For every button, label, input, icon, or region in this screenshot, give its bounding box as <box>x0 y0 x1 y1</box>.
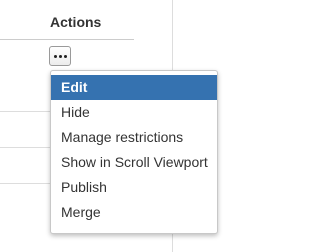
menu-item-edit[interactable]: Edit <box>51 75 217 100</box>
menu-item-manage-restrictions[interactable]: Manage restrictions <box>51 125 217 150</box>
menu-item-hide[interactable]: Hide <box>51 100 217 125</box>
more-dots-icon <box>63 54 67 58</box>
actions-header-label: Actions <box>50 14 102 30</box>
more-dots-icon <box>53 54 57 58</box>
actions-dropdown-menu: Edit Hide Manage restrictions Show in Sc… <box>50 70 218 234</box>
menu-item-merge[interactable]: Merge <box>51 200 217 225</box>
actions-column-header: Actions <box>0 0 134 40</box>
menu-item-show-in-scroll-viewport[interactable]: Show in Scroll Viewport <box>51 150 217 175</box>
actions-more-button[interactable] <box>49 46 71 66</box>
menu-item-publish[interactable]: Publish <box>51 175 217 200</box>
row-divider <box>0 111 50 112</box>
row-divider <box>0 147 50 148</box>
row-divider <box>0 183 50 184</box>
more-dots-icon <box>58 54 62 58</box>
